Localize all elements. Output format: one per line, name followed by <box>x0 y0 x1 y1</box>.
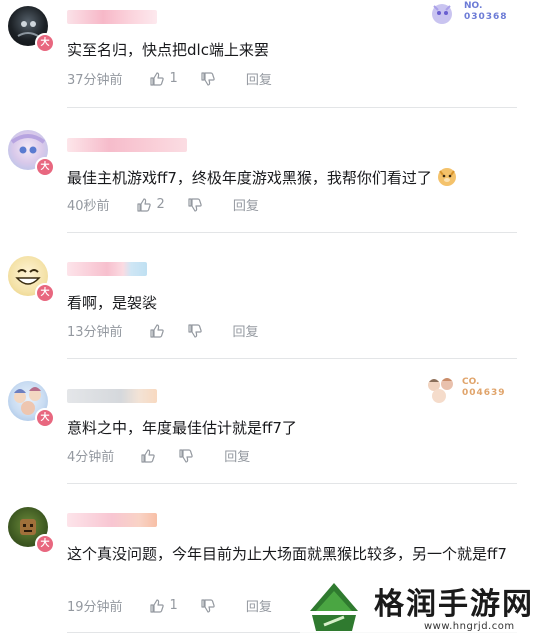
dislike-button[interactable] <box>200 71 216 87</box>
thumb-down-icon <box>201 71 215 86</box>
username[interactable] <box>67 513 157 527</box>
comment-meta: 19分钟前 1 回复 <box>67 596 272 615</box>
thumb-down-icon <box>201 598 215 613</box>
reply-button[interactable]: 回复 <box>233 321 259 340</box>
avatar[interactable]: 大 <box>8 381 55 428</box>
watermark-brand: 格润手游网 <box>374 587 534 622</box>
username[interactable] <box>67 262 147 276</box>
reply-button[interactable]: 回复 <box>224 446 250 465</box>
level-badge: 大 <box>35 33 55 53</box>
badge-number: 004639 <box>462 388 506 398</box>
comment-meta: 4分钟前 回复 <box>67 446 250 465</box>
doge-emoji-icon <box>437 168 456 186</box>
comment-text: 看啊，是袈裟 <box>67 294 158 312</box>
thumb-up-icon <box>136 197 151 212</box>
watermark-url: www.hngrjd.com <box>424 621 515 632</box>
thumb-up-icon <box>149 71 164 86</box>
badge-prefix: NO. <box>464 1 483 11</box>
avatar[interactable]: 大 <box>8 6 55 53</box>
thumb-down-icon <box>188 197 202 212</box>
like-count: 2 <box>156 197 165 212</box>
comment-time: 37分钟前 <box>67 73 123 88</box>
dislike-button[interactable] <box>187 197 203 213</box>
site-logo-icon <box>310 583 358 631</box>
avatar[interactable]: 大 <box>8 507 55 554</box>
comment-text: 最佳主机游戏ff7，终极年度游戏黑猴，我帮你们看过了 <box>67 165 517 191</box>
level-badge: 大 <box>35 408 55 428</box>
divider <box>67 232 517 233</box>
reply-button[interactable]: 回复 <box>246 69 272 88</box>
avatar[interactable]: 大 <box>8 130 55 177</box>
thumb-down-icon <box>179 448 194 463</box>
comment-meta: 13分钟前 回复 <box>67 321 259 340</box>
site-watermark: 格润手游网 www.hngrjd.com <box>300 574 550 638</box>
dislike-button[interactable] <box>200 598 216 614</box>
username[interactable] <box>67 10 157 24</box>
like-count: 1 <box>169 71 178 86</box>
like-button[interactable] <box>149 323 165 339</box>
comment-text: 意料之中，年度最佳估计就是ff7了 <box>67 419 297 437</box>
thumb-up-icon <box>149 323 164 338</box>
like-button[interactable] <box>140 448 156 464</box>
avatar[interactable]: 大 <box>8 256 55 303</box>
thumb-down-icon <box>187 323 202 338</box>
badge-prefix: CO. <box>462 377 480 387</box>
reply-button[interactable]: 回复 <box>246 596 272 615</box>
comment-meta: 37分钟前 1 回复 <box>67 69 272 88</box>
comment-meta: 40秒前 2 回复 <box>67 195 259 214</box>
thumb-up-icon <box>141 448 156 463</box>
fan-badge[interactable]: CO. 004639 <box>425 375 515 405</box>
badge-number: 030368 <box>464 12 508 22</box>
level-badge: 大 <box>35 283 55 303</box>
level-badge: 大 <box>35 534 55 554</box>
divider <box>67 483 517 484</box>
divider <box>67 107 517 108</box>
dislike-button[interactable] <box>178 448 194 464</box>
thumb-up-icon <box>149 598 164 613</box>
dislike-button[interactable] <box>187 323 203 339</box>
like-button[interactable]: 2 <box>136 197 165 213</box>
comment-time: 40秒前 <box>67 199 110 214</box>
reply-button[interactable]: 回复 <box>233 195 259 214</box>
fan-badge[interactable]: NO. 030368 <box>428 1 510 26</box>
like-button[interactable]: 1 <box>149 71 178 87</box>
comment-text: 实至名归，快点把dlc端上来罢 <box>67 41 269 59</box>
comment-text: 这个真没问题，今年目前为止大场面就黑猴比较多，另一个就是ff7 <box>67 545 507 563</box>
like-button[interactable]: 1 <box>149 598 178 614</box>
like-count: 1 <box>169 598 178 613</box>
comment-time: 4分钟前 <box>67 450 115 465</box>
username[interactable] <box>67 389 157 403</box>
username[interactable] <box>67 138 187 152</box>
comment-time: 19分钟前 <box>67 600 123 615</box>
comment-time: 13分钟前 <box>67 325 123 340</box>
divider <box>67 358 517 359</box>
comment-text-content: 最佳主机游戏ff7，终极年度游戏黑猴，我帮你们看过了 <box>67 169 432 187</box>
level-badge: 大 <box>35 157 55 177</box>
